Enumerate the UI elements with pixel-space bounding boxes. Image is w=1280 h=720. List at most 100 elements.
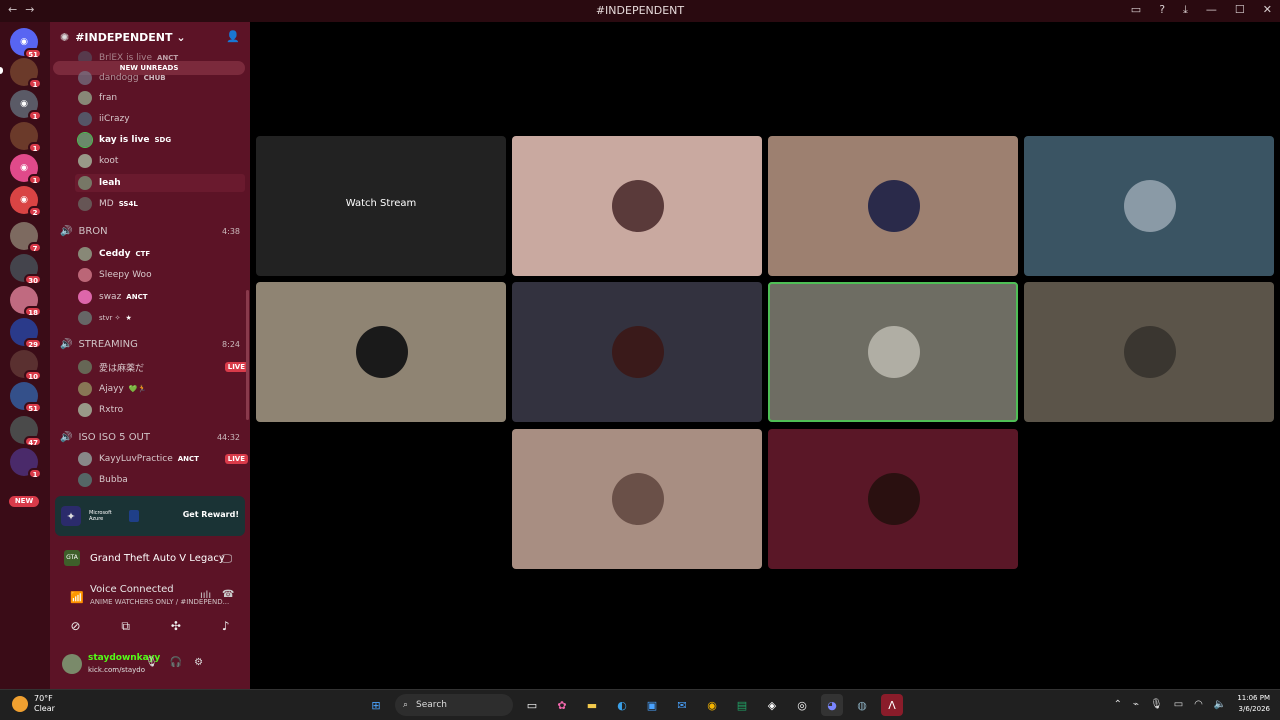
display-icon[interactable]: ▭ bbox=[1174, 699, 1183, 710]
download-icon[interactable]: ⤓ bbox=[1183, 3, 1188, 17]
clock[interactable]: 11:06 PM 3/6/2026 bbox=[1237, 693, 1270, 715]
app-icon[interactable]: ◈ bbox=[761, 694, 783, 716]
app-icon[interactable]: Λ bbox=[881, 694, 903, 716]
server-icon[interactable]: 51 bbox=[10, 382, 42, 413]
steam-icon[interactable]: ◍ bbox=[851, 694, 873, 716]
signal-icon[interactable]: 📶 bbox=[70, 591, 84, 604]
get-reward-button[interactable]: Get Reward! bbox=[183, 510, 239, 519]
avatar bbox=[1124, 180, 1176, 232]
clan-tag: ★ bbox=[125, 314, 132, 322]
app-icon[interactable]: ◎ bbox=[791, 694, 813, 716]
discord-icon[interactable]: ◕ bbox=[821, 694, 843, 716]
activities-icon[interactable]: ✣ bbox=[171, 619, 181, 633]
maximize-button[interactable]: ☐ bbox=[1235, 3, 1245, 17]
voice-channel-iso[interactable]: 🔊 ISO ISO 5 OUT 44:32 bbox=[60, 428, 240, 446]
voice-participant[interactable]: kay is live SDG bbox=[77, 130, 238, 150]
video-tile[interactable] bbox=[768, 429, 1018, 569]
voice-channel-timer: 4:38 bbox=[222, 226, 240, 236]
voice-participant[interactable]: MD SS4L bbox=[78, 194, 238, 214]
new-servers-pill[interactable]: NEW bbox=[9, 496, 39, 507]
voice-participant[interactable]: stvr ✧ ★ bbox=[78, 308, 238, 328]
voice-participant[interactable]: Ceddy CTF bbox=[78, 244, 238, 264]
voice-channel-streaming[interactable]: 🔊 STREAMING 8:24 bbox=[60, 335, 240, 353]
task-view-icon[interactable]: ▭ bbox=[521, 694, 543, 716]
server-icon[interactable]: ◉ 2 bbox=[10, 186, 42, 217]
voice-participant[interactable]: leah bbox=[78, 173, 238, 193]
chrome-icon[interactable]: ◉ bbox=[701, 694, 723, 716]
taskbar-search[interactable]: ⌕ Search bbox=[395, 694, 513, 716]
video-tile-speaking[interactable] bbox=[768, 282, 1018, 422]
voice-channel-timer: 44:32 bbox=[216, 432, 240, 442]
server-icon[interactable]: 1 bbox=[10, 58, 42, 89]
network-icon[interactable]: ⌁ bbox=[1133, 699, 1139, 710]
promo-banner[interactable]: ✦ Microsoft Azure Get Reward! bbox=[55, 496, 245, 536]
help-icon[interactable]: ? bbox=[1159, 3, 1165, 17]
voice-participant[interactable]: Ajayy 💚🏃 bbox=[78, 379, 238, 399]
server-icon[interactable]: ◉ 1 bbox=[10, 154, 42, 185]
avatar bbox=[78, 473, 92, 487]
speaker-icon: 🔊 bbox=[60, 431, 73, 443]
voice-channel-bron[interactable]: 🔊 BRON 4:38 bbox=[60, 222, 240, 240]
voice-participant[interactable]: fran bbox=[78, 88, 238, 108]
gear-icon[interactable]: ⚙ bbox=[194, 657, 203, 668]
weather-widget[interactable]: 70°F Clear bbox=[12, 694, 55, 714]
edge-icon[interactable]: ◐ bbox=[611, 694, 633, 716]
disconnect-icon[interactable]: ☎ bbox=[222, 589, 234, 600]
chevron-up-icon[interactable]: ⌃ bbox=[1114, 699, 1122, 710]
soundboard-icon[interactable]: ♪ bbox=[222, 619, 230, 633]
mail-icon[interactable]: ✉ bbox=[671, 694, 693, 716]
sheets-icon[interactable]: ▤ bbox=[731, 694, 753, 716]
voice-participant[interactable]: Bubba bbox=[78, 470, 238, 490]
voice-participant[interactable]: 愛は麻薬だ LIVE bbox=[78, 357, 248, 377]
file-explorer-icon[interactable]: ▬ bbox=[581, 694, 603, 716]
video-tile[interactable] bbox=[1024, 282, 1274, 422]
server-icon[interactable]: 47 bbox=[10, 416, 42, 447]
minimize-button[interactable]: — bbox=[1206, 3, 1217, 17]
channel-scrollbar[interactable] bbox=[246, 290, 249, 420]
voice-participant[interactable]: Sleepy Woo bbox=[78, 265, 238, 285]
close-button[interactable]: ✕ bbox=[1263, 3, 1272, 17]
volume-icon[interactable]: 🔈 bbox=[1214, 699, 1226, 710]
server-icon[interactable]: 7 bbox=[10, 222, 42, 253]
store-icon[interactable]: ▣ bbox=[641, 694, 663, 716]
taskbar-apps: ⊞ ⌕ Search ▭ ✿ ▬ ◐ ▣ ✉ ◉ ▤ ◈ ◎ ◕ ◍ Λ bbox=[365, 694, 903, 716]
camera-off-icon[interactable]: ⊘ bbox=[70, 619, 80, 633]
headphones-icon[interactable]: 🎧 bbox=[170, 657, 182, 668]
noise-suppression-icon[interactable]: ıılı bbox=[200, 590, 211, 601]
server-icon[interactable]: 1 bbox=[10, 122, 42, 153]
microphone-icon[interactable]: 🎙 bbox=[145, 657, 158, 668]
voice-participant[interactable]: swaz ANCT bbox=[78, 287, 238, 307]
server-icon[interactable]: ◉ 1 bbox=[10, 90, 42, 121]
server-icon-home[interactable]: ◉ 51 bbox=[10, 28, 42, 59]
voice-participant[interactable]: iiCrazy bbox=[78, 109, 238, 129]
voice-participant[interactable]: Rxtro bbox=[78, 400, 238, 420]
stream-screen-icon[interactable]: 🖵 bbox=[221, 552, 232, 566]
server-icon[interactable]: 30 bbox=[10, 254, 42, 285]
voice-participant[interactable]: dandogg CHUB bbox=[78, 68, 238, 88]
screen-share-icon[interactable]: ⧉ bbox=[121, 619, 130, 634]
video-tile[interactable] bbox=[1024, 136, 1274, 276]
server-icon[interactable]: 18 bbox=[10, 286, 42, 317]
video-tile[interactable] bbox=[256, 282, 506, 422]
video-tile[interactable] bbox=[768, 136, 1018, 276]
microphone-icon[interactable]: 🎙 bbox=[1150, 699, 1163, 710]
voice-participant[interactable]: koot bbox=[78, 151, 238, 171]
inbox-icon[interactable]: ▭ bbox=[1131, 3, 1141, 17]
watch-stream-button[interactable]: Watch Stream bbox=[256, 198, 506, 209]
unread-badge: 47 bbox=[24, 436, 42, 447]
server-icon[interactable]: 10 bbox=[10, 350, 42, 381]
video-tile[interactable] bbox=[512, 136, 762, 276]
video-tile[interactable] bbox=[512, 282, 762, 422]
invite-user-icon[interactable]: 👤 bbox=[226, 30, 240, 43]
voice-status[interactable]: Voice Connected bbox=[90, 584, 174, 595]
copilot-icon[interactable]: ✿ bbox=[551, 694, 573, 716]
stream-tile[interactable]: Watch Stream bbox=[256, 136, 506, 276]
video-tile[interactable] bbox=[512, 429, 762, 569]
voice-participant[interactable]: KayyLuvPractice ANCT LIVE bbox=[78, 449, 248, 469]
wifi-icon[interactable]: ◠ bbox=[1194, 699, 1203, 710]
windows-start-icon[interactable]: ⊞ bbox=[365, 694, 387, 716]
game-activity[interactable]: GTA Grand Theft Auto V Legacy 🖵 bbox=[50, 544, 250, 572]
server-icon[interactable]: 29 bbox=[10, 318, 42, 349]
avatar[interactable] bbox=[62, 654, 82, 674]
server-icon[interactable]: 1 bbox=[10, 448, 42, 479]
